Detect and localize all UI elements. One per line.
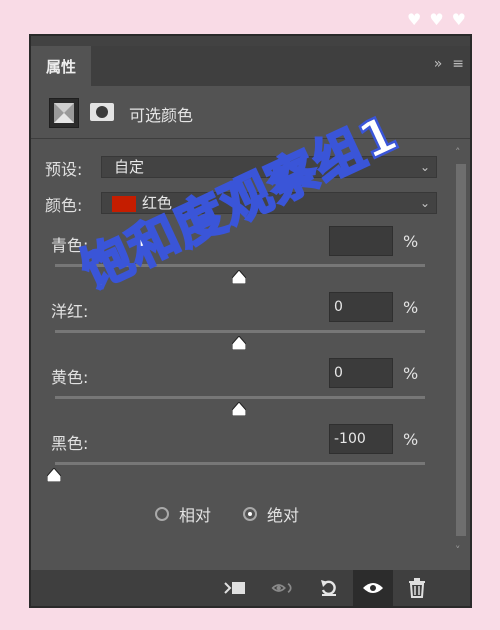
- yellow-value-input[interactable]: 0: [329, 358, 393, 388]
- black-slider-track[interactable]: [55, 462, 425, 465]
- magenta-percent: %: [403, 298, 419, 317]
- panel-menu-icon[interactable]: ≡: [452, 56, 464, 72]
- scroll-up-icon[interactable]: ˄: [455, 146, 461, 159]
- magenta-slider-thumb[interactable]: [232, 336, 246, 350]
- panel-scrollbar[interactable]: ˄ ˅: [450, 146, 470, 566]
- properties-panel: 属性 » ≡ 可选颜色 预设: 自定 ⌄ 颜色: 红色 ⌄ 青色: % 洋红: …: [29, 34, 472, 608]
- color-label: 颜色:: [45, 196, 83, 215]
- magenta-value-input[interactable]: 0: [329, 292, 393, 322]
- black-slider-thumb[interactable]: [47, 468, 61, 482]
- cyan-percent: %: [403, 232, 419, 251]
- heart-icon: ♥: [429, 10, 444, 29]
- eye-icon: [363, 583, 383, 593]
- scrollbar-thumb[interactable]: [456, 164, 466, 536]
- preset-label: 预设:: [45, 160, 83, 179]
- yellow-slider-thumb[interactable]: [232, 402, 246, 416]
- absolute-label: 绝对: [267, 506, 300, 525]
- black-label: 黑色:: [51, 434, 89, 453]
- tab-properties[interactable]: 属性: [31, 46, 91, 86]
- panel-tab-bar: 属性 » ≡: [31, 46, 470, 86]
- clip-to-layer-icon: [224, 582, 245, 594]
- reset-icon: [321, 580, 336, 596]
- trash-icon: [409, 578, 425, 598]
- scroll-down-icon[interactable]: ˅: [455, 544, 461, 557]
- clip-to-layer-button[interactable]: [223, 576, 247, 600]
- layer-mask-icon[interactable]: [89, 102, 115, 122]
- cyan-slider-thumb[interactable]: [232, 270, 246, 284]
- heart-icon: ♥: [406, 10, 422, 29]
- chevron-down-icon: ⌄: [419, 160, 430, 174]
- panel-drag-strip[interactable]: [31, 36, 470, 46]
- chevron-down-icon: ⌄: [419, 196, 430, 210]
- relative-label: 相对: [179, 506, 212, 525]
- relative-radio[interactable]: [155, 507, 169, 521]
- preset-value: 自定: [114, 158, 145, 176]
- panel-tab-controls: » ≡: [434, 56, 464, 72]
- magenta-slider-track[interactable]: [55, 330, 425, 333]
- adjustment-header: 可选颜色: [31, 86, 470, 139]
- yellow-percent: %: [403, 364, 419, 383]
- cyan-value-input[interactable]: [329, 226, 393, 256]
- adjustment-title: 可选颜色: [129, 106, 194, 125]
- selective-color-adjustment-icon[interactable]: [49, 98, 79, 128]
- view-previous-state-button[interactable]: [271, 576, 295, 600]
- eye-previous-icon: [271, 583, 292, 593]
- toggle-visibility-button[interactable]: [353, 570, 393, 606]
- method-radio-group: 相对 绝对: [155, 502, 299, 526]
- black-percent: %: [403, 430, 419, 449]
- magenta-label: 洋红:: [51, 302, 89, 321]
- heart-icon: ♥: [451, 10, 466, 29]
- delete-adjustment-button[interactable]: [405, 576, 429, 600]
- double-chevron-right-icon[interactable]: »: [434, 56, 443, 72]
- black-value-input[interactable]: -100: [329, 424, 393, 454]
- yellow-slider-track[interactable]: [55, 396, 425, 399]
- reset-button[interactable]: [317, 576, 341, 600]
- panel-footer-toolbar: [31, 570, 470, 606]
- decorative-hearts: ♥ ♥ ♥: [407, 12, 466, 28]
- yellow-label: 黄色:: [51, 368, 89, 387]
- absolute-radio[interactable]: [243, 507, 258, 521]
